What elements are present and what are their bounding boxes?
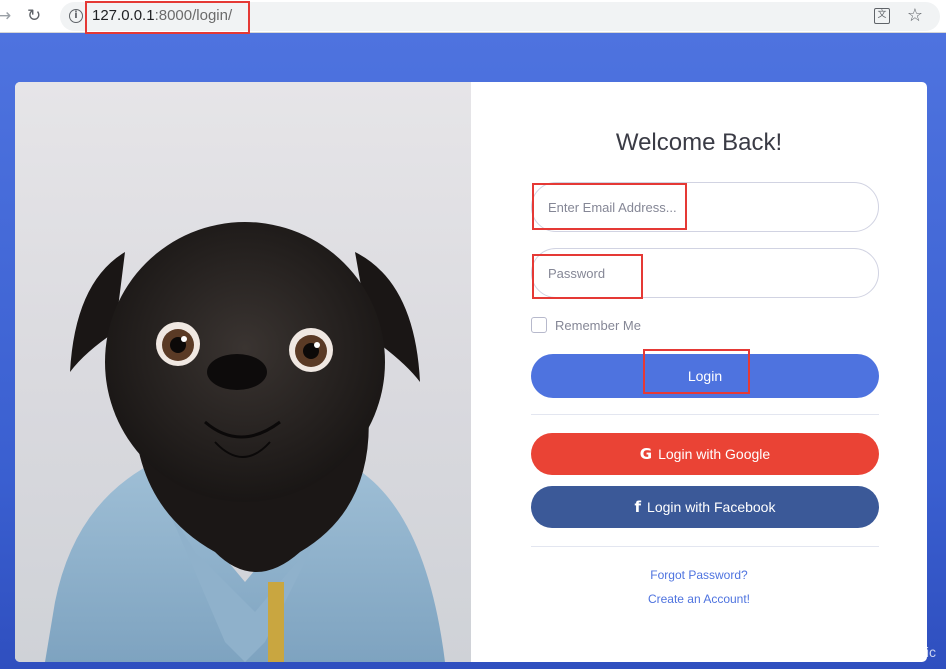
remember-me[interactable]: Remember Me [531,317,641,333]
address-bar[interactable]: i 127.0.0.1:8000/login/ 文 ☆ [60,2,940,31]
facebook-button-label: Login with Facebook [647,499,776,515]
translate-icon[interactable]: 文 [874,8,890,24]
reload-icon[interactable]: ↻ [27,7,41,25]
info-icon[interactable]: i [69,9,83,23]
url-text[interactable]: 127.0.0.1:8000/login/ [92,7,232,24]
password-field[interactable] [531,248,879,298]
divider [531,414,879,415]
pug-illustration [45,222,445,662]
facebook-login-button[interactable]: f Login with Facebook [531,486,879,528]
google-button-label: Login with Google [658,446,771,462]
remember-label: Remember Me [555,317,641,333]
facebook-icon: f [634,498,642,516]
create-account-link[interactable]: Create an Account! [471,592,927,606]
browser-toolbar: → ↻ i 127.0.0.1:8000/login/ 文 ☆ [0,0,946,33]
login-form: Welcome Back! Remember Me Login G Login … [471,82,927,662]
forgot-password-link[interactable]: Forgot Password? [471,568,927,582]
login-button[interactable]: Login [531,354,879,398]
page-title: Welcome Back! [615,129,783,156]
back-arrow-icon[interactable]: → [0,7,11,25]
watermark: https://blog.csdn.net/g_optimistic [732,644,936,660]
divider [531,546,879,547]
url-host: 127.0.0.1 [92,7,155,24]
google-login-button[interactable]: G Login with Google [531,433,879,475]
email-field[interactable] [531,182,879,232]
remember-checkbox[interactable] [531,317,547,333]
google-icon: G [639,445,653,463]
pug-photo [15,82,471,662]
url-path: :8000/login/ [154,7,233,24]
login-button-label: Login [687,368,723,384]
login-card: Welcome Back! Remember Me Login G Login … [15,82,927,662]
bookmark-star-icon[interactable]: ☆ [907,5,923,26]
